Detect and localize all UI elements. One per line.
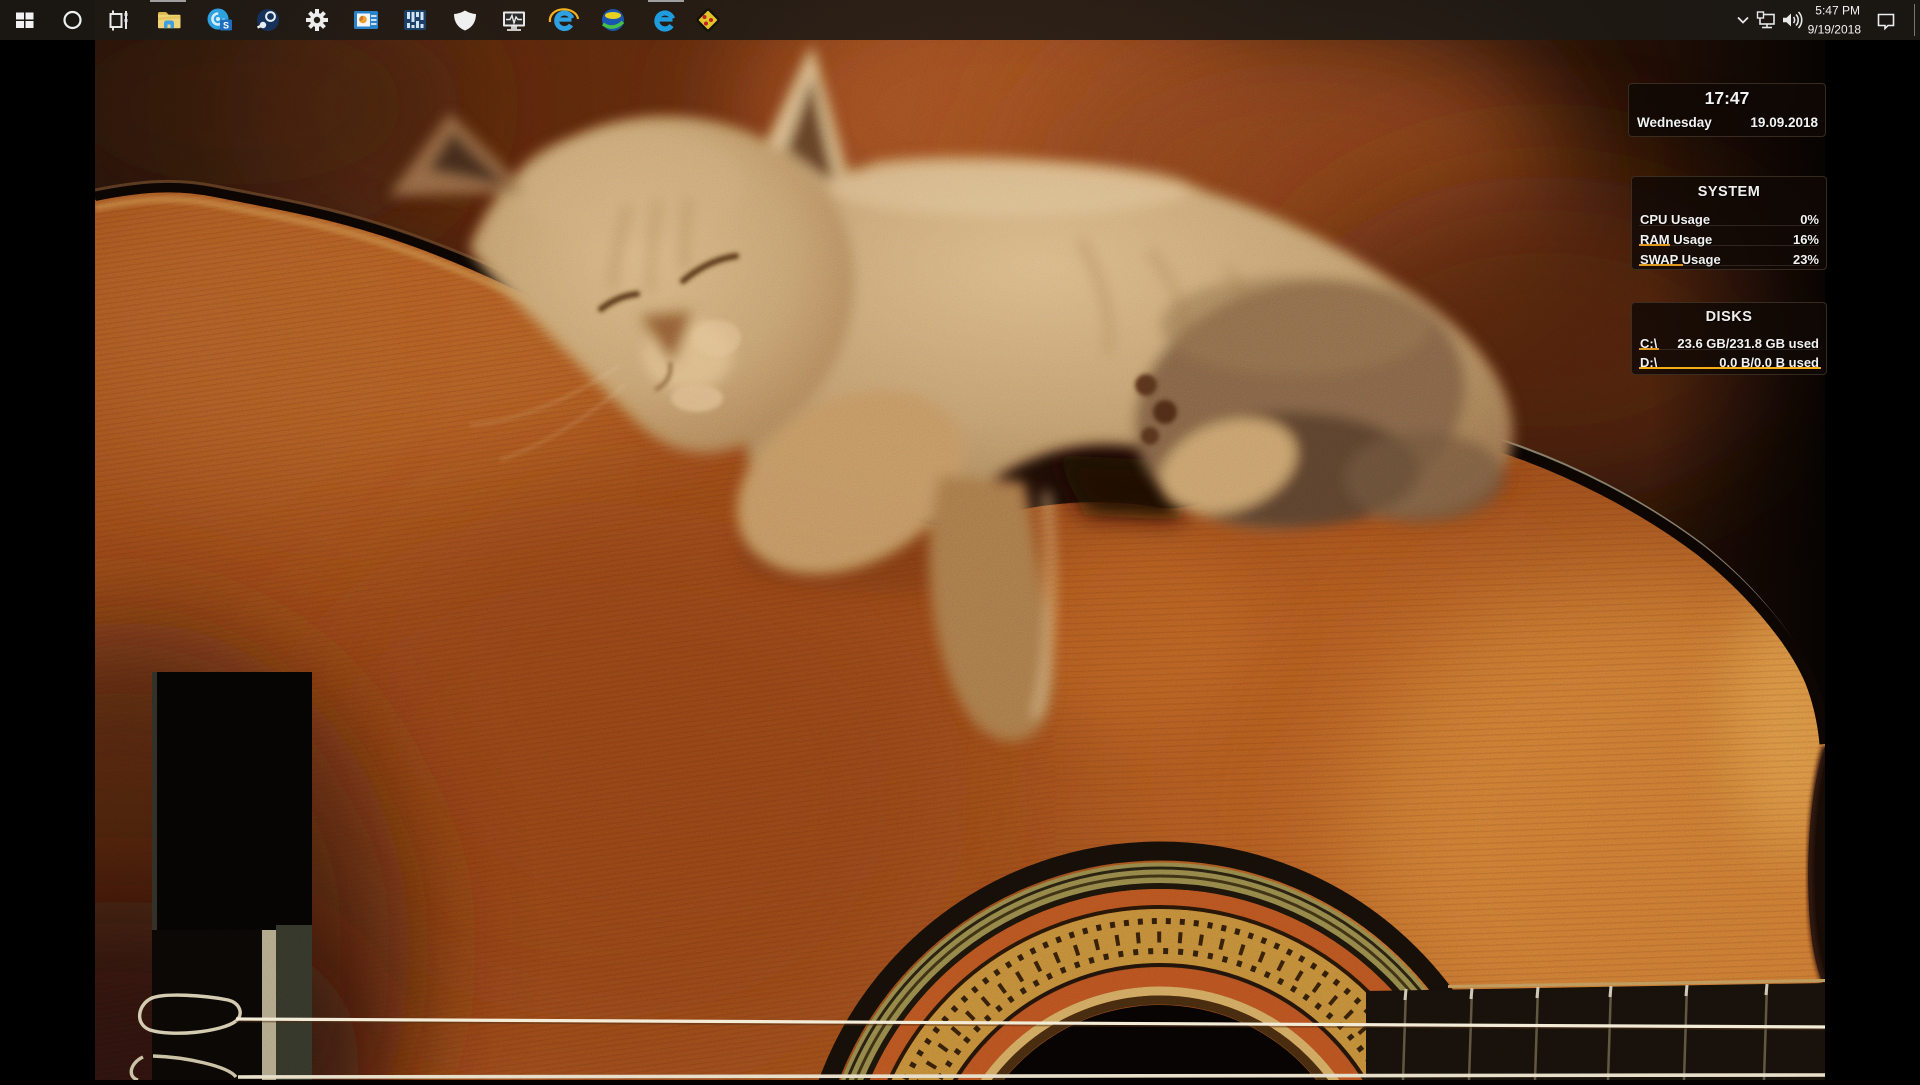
svg-text:5:47 PM: 5:47 PM xyxy=(1815,4,1860,18)
svg-text:9/19/2018: 9/19/2018 xyxy=(1808,23,1862,37)
svg-text:S: S xyxy=(223,21,229,31)
